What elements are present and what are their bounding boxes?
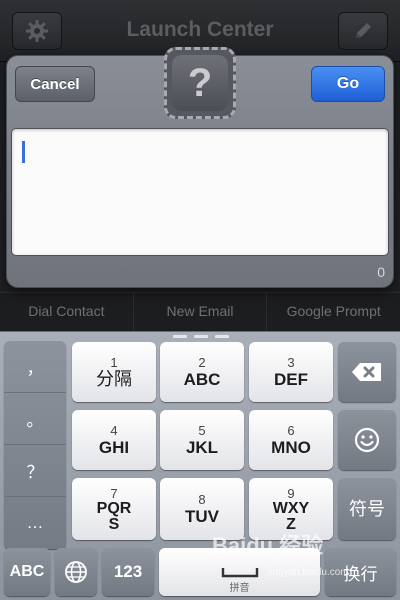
key-3[interactable]: 3 DEF: [249, 342, 333, 402]
key-8[interactable]: 8 TUV: [160, 478, 244, 540]
go-button[interactable]: Go: [311, 66, 385, 102]
key-period[interactable]: 。: [4, 393, 66, 445]
cancel-button[interactable]: Cancel: [15, 66, 95, 102]
abc-key[interactable]: ABC: [4, 548, 50, 596]
symbols-key[interactable]: 符号: [338, 478, 396, 540]
key-6[interactable]: 6 MNO: [249, 410, 333, 470]
space-bar-icon: [221, 568, 258, 578]
launch-item-google-prompt[interactable]: Google Prompt: [267, 293, 400, 330]
text-caret: [22, 141, 25, 163]
key-number: 8: [198, 492, 206, 507]
keyboard-grip-handle[interactable]: [173, 335, 229, 339]
key-letters: 分隔: [96, 369, 132, 389]
key-letters: GHI: [98, 438, 130, 457]
edit-button[interactable]: [338, 12, 388, 50]
launch-item-new-email[interactable]: New Email: [134, 293, 268, 330]
space-sublabel: 拼音: [229, 583, 250, 594]
key-7[interactable]: 7 PQR S: [72, 478, 156, 540]
backspace-icon: [352, 363, 381, 381]
key-letters: JKL: [185, 438, 219, 457]
pencil-icon: [356, 23, 371, 38]
number-key[interactable]: 123: [102, 548, 154, 596]
key-5[interactable]: 5 JKL: [160, 410, 244, 470]
key-number: 4: [110, 423, 118, 438]
key-letters: PQR S: [96, 499, 132, 533]
launch-item-dial-contact[interactable]: Dial Contact: [0, 293, 134, 330]
key-letters: TUV: [185, 507, 219, 526]
key-number: 3: [287, 355, 295, 370]
key-number: 7: [110, 485, 118, 501]
prompt-text-input[interactable]: [11, 128, 389, 256]
symbols-label: 符号: [349, 498, 385, 519]
return-label: 换行: [343, 564, 378, 584]
globe-key[interactable]: [55, 548, 97, 596]
key-1[interactable]: 1 分隔: [72, 342, 156, 402]
key-number: 6: [287, 423, 295, 438]
key-number: 1: [110, 355, 118, 370]
launch-row: Dial Contact New Email Google Prompt: [0, 292, 400, 330]
key-number: 5: [198, 423, 206, 438]
key-letters: ABC: [183, 370, 221, 389]
action-icon-frame: ?: [164, 47, 236, 119]
return-key[interactable]: 换行: [325, 548, 396, 596]
key-question[interactable]: ？: [4, 445, 66, 497]
emoji-key[interactable]: [338, 410, 396, 470]
punctuation-column: ， 。 ？ …: [4, 341, 66, 549]
key-4[interactable]: 4 GHI: [72, 410, 156, 470]
key-ellipsis[interactable]: …: [4, 497, 66, 549]
key-number: 9: [287, 485, 295, 501]
emoji-icon: [354, 427, 380, 453]
key-letters: MNO: [271, 438, 311, 457]
key-letters: DEF: [274, 370, 308, 389]
globe-icon: [65, 561, 87, 583]
question-mark-icon: ?: [172, 55, 228, 111]
key-9[interactable]: 9 WXY Z: [249, 478, 333, 540]
delete-key[interactable]: [338, 342, 396, 402]
key-comma[interactable]: ，: [4, 341, 66, 393]
prompt-dialog: Cancel ? Go 0: [6, 47, 394, 288]
key-number: 2: [198, 355, 206, 370]
character-count: 0: [377, 264, 385, 280]
space-key[interactable]: 拼音: [159, 548, 320, 596]
key-2[interactable]: 2 ABC: [160, 342, 244, 402]
keyboard: ， 。 ？ … 1 分隔 2 ABC 3 DEF 4 GHI 5 JKL 6 M…: [0, 331, 400, 600]
abc-label: ABC: [9, 563, 45, 580]
key-letters: WXY Z: [272, 499, 310, 533]
number-label: 123: [113, 562, 143, 581]
